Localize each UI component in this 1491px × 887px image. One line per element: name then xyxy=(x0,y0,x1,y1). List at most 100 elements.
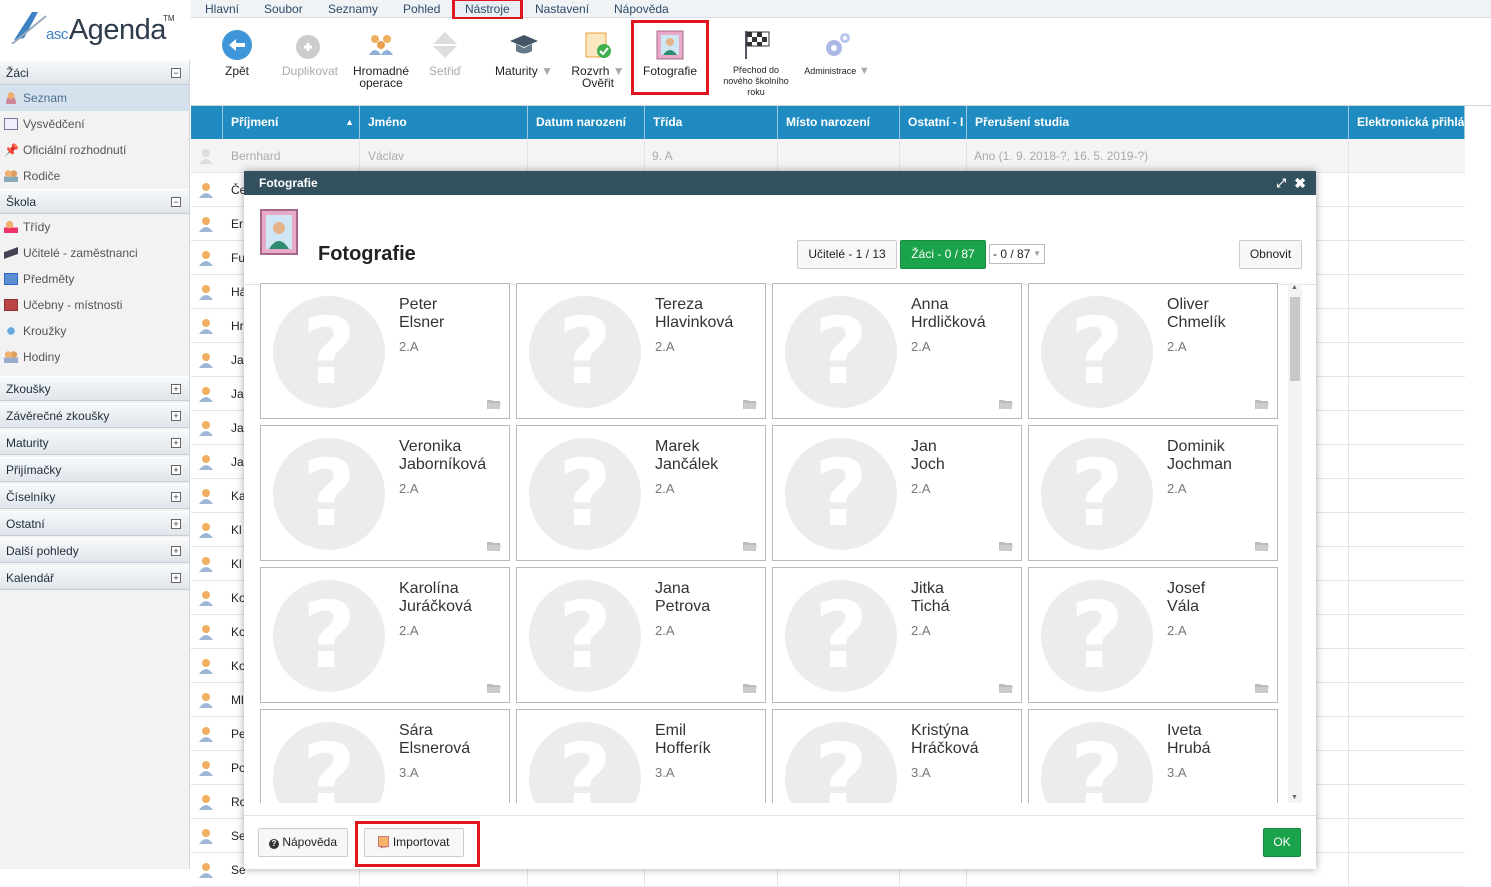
grid-header-surname[interactable]: Příjmení ▲ xyxy=(223,106,360,139)
sidebar-section-dalsi-pohledy[interactable]: Další pohledy + xyxy=(0,538,189,563)
transition-button[interactable]: Přechod do nového školního roku xyxy=(719,29,793,98)
grid-header-interruption[interactable]: Přerušení studia xyxy=(967,106,1349,139)
folder-icon[interactable] xyxy=(999,541,1013,552)
expand-icon[interactable]: + xyxy=(171,519,181,529)
collapse-icon[interactable]: − xyxy=(171,68,181,78)
sidebar-section-prijimacky[interactable]: Přijímačky + xyxy=(0,457,189,482)
folder-icon[interactable] xyxy=(1255,541,1269,552)
sidebar-item-tridy[interactable]: Třídy xyxy=(0,214,189,240)
sidebar-item-predmety[interactable]: Předměty xyxy=(0,266,189,292)
sidebar-section-zaverecne[interactable]: Závěrečné zkoušky + xyxy=(0,403,189,428)
folder-icon[interactable] xyxy=(743,541,757,552)
photo-placeholder[interactable]: ? xyxy=(273,580,385,692)
sidebar-item-vysvedceni[interactable]: Vysvědčení xyxy=(0,111,189,137)
photo-placeholder[interactable]: ? xyxy=(529,438,641,550)
sidebar-item-ucebny[interactable]: Učebny - místnosti xyxy=(0,292,189,318)
bulk-operations-button[interactable]: Hromadné operace xyxy=(351,29,411,89)
photo-card[interactable]: ? Karolína Juráčková 2.A xyxy=(260,567,510,703)
sidebar-section-kalendar[interactable]: Kalendář + xyxy=(0,565,189,590)
grid-header-name[interactable]: Jméno xyxy=(360,106,528,139)
sidebar-section-ostatni[interactable]: Ostatní + xyxy=(0,511,189,536)
menu-pohled[interactable]: Pohled xyxy=(403,2,440,16)
photo-placeholder[interactable]: ? xyxy=(1041,722,1153,803)
folder-icon[interactable] xyxy=(1255,399,1269,410)
sidebar-item-ucitele[interactable]: Učitelé - zaměstnanci xyxy=(0,240,189,266)
menu-napoveda[interactable]: Nápověda xyxy=(614,2,669,16)
photo-placeholder[interactable]: ? xyxy=(529,580,641,692)
folder-icon[interactable] xyxy=(487,541,501,552)
photo-placeholder[interactable]: ? xyxy=(529,296,641,408)
vertical-scrollbar[interactable]: ▲ ▼ xyxy=(1288,283,1302,803)
scroll-thumb[interactable] xyxy=(1290,297,1300,381)
photo-card[interactable]: ? Jana Petrova 2.A xyxy=(516,567,766,703)
photo-placeholder[interactable]: ? xyxy=(1041,438,1153,550)
photo-placeholder[interactable]: ? xyxy=(1041,296,1153,408)
menu-soubor[interactable]: Soubor xyxy=(264,2,303,16)
photo-card[interactable]: ? Peter Elsner 2.A xyxy=(260,283,510,419)
grid-header-birthdate[interactable]: Datum narození xyxy=(528,106,645,139)
back-button[interactable]: Zpět xyxy=(217,29,257,77)
maturity-button[interactable]: Maturity ▼ xyxy=(491,29,557,77)
grid-header-class[interactable]: Třída xyxy=(645,106,778,139)
sidebar-section-ciselniky[interactable]: Číselníky + xyxy=(0,484,189,509)
sidebar-item-krouzky[interactable]: Kroužky xyxy=(0,318,189,344)
photo-card[interactable]: ? Dominik Jochman 2.A xyxy=(1028,425,1278,561)
folder-icon[interactable] xyxy=(743,399,757,410)
photo-card[interactable]: ? Jan Joch 2.A xyxy=(772,425,1022,561)
rozvrh-button[interactable]: Rozvrh ▼ Ověřit xyxy=(571,29,625,89)
expand-icon[interactable]: + xyxy=(171,546,181,556)
sidebar-item-hodiny[interactable]: Hodiny xyxy=(0,344,189,370)
photo-card[interactable]: ? Emil Hofferík 3.A xyxy=(516,709,766,803)
photo-placeholder[interactable]: ? xyxy=(785,580,897,692)
photo-placeholder[interactable]: ? xyxy=(785,438,897,550)
photo-card[interactable]: ? Tereza Hlavinková 2.A xyxy=(516,283,766,419)
folder-icon[interactable] xyxy=(999,399,1013,410)
menu-seznamy[interactable]: Seznamy xyxy=(328,2,378,16)
photo-card[interactable]: ? Jitka Tichá 2.A xyxy=(772,567,1022,703)
photo-placeholder[interactable]: ? xyxy=(273,722,385,803)
photo-card[interactable]: ? Veronika Jaborníková 2.A xyxy=(260,425,510,561)
expand-icon[interactable]: + xyxy=(171,492,181,502)
help-button[interactable]: ? Nápověda xyxy=(258,828,348,857)
students-button[interactable]: Žáci - 0 / 87 xyxy=(900,240,986,269)
grid-header-other[interactable]: Ostatní - I xyxy=(900,106,967,139)
count-select[interactable]: - 0 / 87 ▼ xyxy=(989,244,1045,264)
teachers-button[interactable]: Učitelé - 1 / 13 xyxy=(797,240,897,269)
sidebar-item-oficialni[interactable]: 📌 Oficiální rozhodnutí xyxy=(0,137,189,163)
photo-card[interactable]: ? Iveta Hrubá 3.A xyxy=(1028,709,1278,803)
photo-card[interactable]: ? Sára Elsnerová 3.A xyxy=(260,709,510,803)
folder-icon[interactable] xyxy=(487,399,501,410)
photo-card[interactable]: ? Anna Hrdličková 2.A xyxy=(772,283,1022,419)
menu-hlavni[interactable]: Hlavní xyxy=(205,2,239,16)
folder-icon[interactable] xyxy=(1255,683,1269,694)
photo-placeholder[interactable]: ? xyxy=(1041,580,1153,692)
scroll-up-icon[interactable]: ▲ xyxy=(1291,284,1298,291)
photo-card[interactable]: ? Kristýna Hráčková 3.A xyxy=(772,709,1022,803)
admin-button[interactable]: Administrace ▼ xyxy=(801,29,873,77)
expand-icon[interactable]: + xyxy=(171,411,181,421)
duplicate-button[interactable]: Duplikovat xyxy=(280,29,340,77)
grid-header-eapp[interactable]: Elektronická přihlá xyxy=(1349,106,1465,139)
photo-placeholder[interactable]: ? xyxy=(529,722,641,803)
expand-icon[interactable]: + xyxy=(171,384,181,394)
photo-placeholder[interactable]: ? xyxy=(785,722,897,803)
expand-icon[interactable]: + xyxy=(171,573,181,583)
photo-placeholder[interactable]: ? xyxy=(273,296,385,408)
sidebar-section-skola[interactable]: Škola − xyxy=(0,189,189,214)
photo-placeholder[interactable]: ? xyxy=(785,296,897,408)
sidebar-section-zkousky[interactable]: Zkoušky + xyxy=(0,376,189,401)
folder-icon[interactable] xyxy=(487,683,501,694)
sort-button[interactable]: Setřiď xyxy=(425,29,465,77)
ok-button[interactable]: OK xyxy=(1263,828,1301,857)
collapse-icon[interactable]: − xyxy=(171,197,181,207)
photo-card[interactable]: ? Marek Jančálek 2.A xyxy=(516,425,766,561)
sidebar-item-seznam[interactable]: Seznam xyxy=(0,85,189,111)
sidebar-section-zaci[interactable]: Žáci − xyxy=(0,60,189,85)
folder-icon[interactable] xyxy=(999,683,1013,694)
photo-placeholder[interactable]: ? xyxy=(273,438,385,550)
menu-nastaveni[interactable]: Nastavení xyxy=(535,2,589,16)
grid-header-birthplace[interactable]: Místo narození xyxy=(778,106,900,139)
expand-icon[interactable]: + xyxy=(171,438,181,448)
sidebar-section-maturity[interactable]: Maturity + xyxy=(0,430,189,455)
refresh-button[interactable]: Obnovit xyxy=(1239,240,1302,269)
